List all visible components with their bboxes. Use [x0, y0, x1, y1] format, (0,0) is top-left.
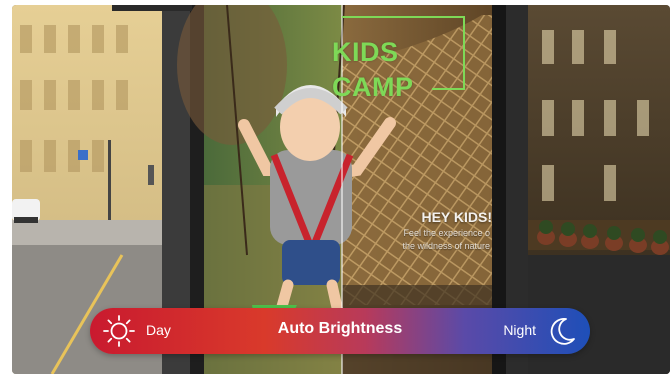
poster-title-line2: CAMP — [332, 72, 414, 102]
poster-body: Feel the experience o the wildness of na… — [326, 227, 490, 253]
poster-body-line2: the wildness of nature — [402, 241, 490, 251]
poster-headline: HEY KIDS! — [421, 209, 492, 225]
poster-title-line1: KIDS — [332, 37, 399, 67]
night-label: Night — [503, 322, 536, 338]
auto-brightness-bar: Day Auto Brightness Night — [90, 308, 590, 354]
moon-icon — [546, 315, 578, 347]
poster-body-line1: Feel the experience o — [403, 228, 490, 238]
poster-title: KIDS CAMP — [332, 35, 414, 105]
